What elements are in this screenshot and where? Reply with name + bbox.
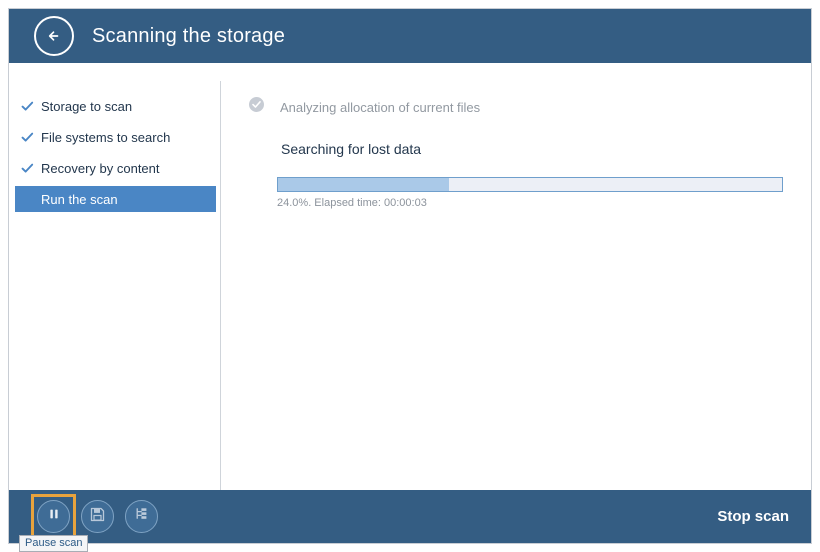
page-title: Scanning the storage: [92, 24, 286, 47]
sidebar-item-storage-to-scan[interactable]: Storage to scan: [15, 93, 216, 119]
check-icon: [21, 131, 41, 144]
pause-scan-tooltip: Pause scan: [19, 535, 89, 552]
pause-scan-button[interactable]: [37, 500, 70, 533]
check-icon: [21, 100, 41, 113]
sidebar-item-run-the-scan[interactable]: Run the scan: [15, 186, 216, 212]
completed-task-label: Analyzing allocation of current files: [280, 99, 481, 115]
progress-section: 24.0%. Elapsed time: 00:00:03: [277, 177, 783, 209]
progress-status-text: 24.0%. Elapsed time: 00:00:03: [277, 197, 427, 209]
tree-view-button[interactable]: [125, 500, 158, 533]
progress-bar: [277, 177, 783, 192]
pause-icon: [46, 506, 62, 527]
current-task-label: Searching for lost data: [281, 141, 422, 157]
content-area: Storage to scan File systems to search R…: [9, 63, 811, 497]
sidebar-item-recovery-by-content[interactable]: Recovery by content: [15, 155, 216, 181]
back-button[interactable]: [34, 16, 74, 56]
progress-bar-fill: [278, 178, 450, 191]
save-button[interactable]: [81, 500, 114, 533]
sidebar-item-label: Recovery by content: [41, 160, 160, 176]
sidebar: Storage to scan File systems to search R…: [9, 63, 220, 490]
arrow-left-icon: [44, 26, 64, 46]
floppy-disk-icon: [89, 506, 106, 528]
tree-hierarchy-icon: [133, 506, 150, 528]
footer-toolbar: Stop scan: [9, 490, 811, 543]
stop-scan-label: Stop scan: [717, 508, 789, 525]
sidebar-item-file-systems-to-search[interactable]: File systems to search: [15, 124, 216, 150]
sidebar-divider: [220, 81, 221, 497]
stop-scan-button[interactable]: Stop scan: [717, 490, 789, 543]
header-bar: Scanning the storage: [9, 9, 811, 63]
sidebar-item-label: Storage to scan: [41, 98, 133, 114]
sidebar-item-label: Run the scan: [41, 191, 118, 207]
check-icon: [21, 162, 41, 175]
main-panel: Analyzing allocation of current files Se…: [241, 63, 801, 490]
completed-task-row: Analyzing allocation of current files: [249, 97, 480, 117]
sidebar-item-label: File systems to search: [41, 129, 171, 145]
app-window: Scanning the storage Storage to scan Fil…: [8, 8, 812, 544]
check-circle-icon: [249, 97, 264, 117]
